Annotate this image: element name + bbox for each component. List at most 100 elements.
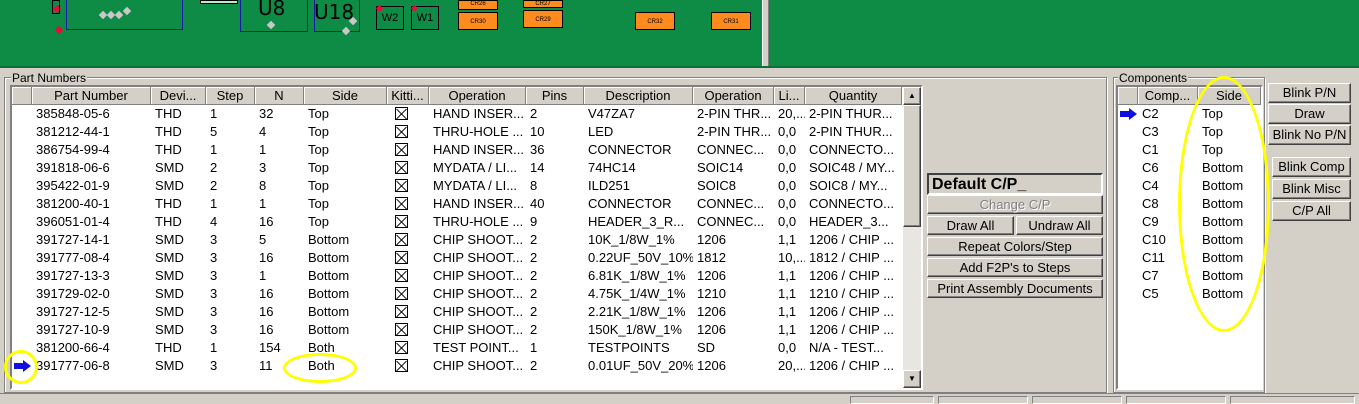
table-cell: SMD xyxy=(155,322,184,337)
column-header[interactable]: Part Number xyxy=(32,87,151,105)
pcb-board-view[interactable]: U8 U18 W2 W1 CR26 CR30 CR27 CR29 CR32 CR… xyxy=(0,0,1359,68)
kitting-checkbox[interactable] xyxy=(395,179,408,192)
part-row[interactable]: 395422-01-9 SMD 2 8 Top MYDATA / LI... 8 ILD251… xyxy=(12,177,902,195)
part-numbers-table[interactable]: Part Number Devi... Step N Side Kitti... Opera… xyxy=(10,85,923,390)
scroll-thumb[interactable] xyxy=(903,105,921,227)
draw-button[interactable]: Draw xyxy=(1268,104,1351,124)
scroll-up-arrow-icon[interactable]: ▲ xyxy=(903,87,921,105)
table-cell: 1 xyxy=(259,142,267,157)
part-row[interactable]: 385848-05-6 THD 1 32 Top HAND INSER... 2 V47ZA7… xyxy=(12,105,902,123)
cp-all-button[interactable]: C/P All xyxy=(1272,201,1351,221)
table-cell: 386754-99-4 xyxy=(36,142,110,157)
part-row[interactable]: 391777-06-8 SMD 3 11 Both CHIP SHOOT... 2 0.01U… xyxy=(12,357,902,375)
kitting-checkbox[interactable] xyxy=(395,197,408,210)
blink-misc-button[interactable]: Blink Misc xyxy=(1272,179,1351,199)
cp-name-field[interactable]: Default C/P_ xyxy=(927,173,1103,195)
kitting-checkbox[interactable] xyxy=(395,269,408,282)
change-cp-button[interactable]: Change C/P xyxy=(927,195,1103,214)
part-row[interactable]: 381200-40-1 THD 1 1 Top HAND INSER... 40 CONNEC… xyxy=(12,195,902,213)
part-row[interactable]: 386754-99-4 THD 1 1 Top HAND INSER... 36 CONNEC… xyxy=(12,141,902,159)
print-assembly-documents-button[interactable]: Print Assembly Documents xyxy=(927,279,1103,298)
table-cell: 2 xyxy=(530,106,538,121)
table-cell: 1812 xyxy=(697,250,726,265)
kitting-checkbox[interactable] xyxy=(395,323,408,336)
draw-all-button[interactable]: Draw All xyxy=(927,216,1014,235)
column-header[interactable]: Step xyxy=(206,87,255,105)
part-row[interactable]: 391727-10-9 SMD 3 16 Bottom CHIP SHOOT... 2 150… xyxy=(12,321,902,339)
kitting-checkbox[interactable] xyxy=(395,359,408,372)
table-cell: N/A - TEST... xyxy=(809,340,884,355)
kitting-checkbox[interactable] xyxy=(395,107,408,120)
column-header[interactable]: Quantity xyxy=(805,87,902,105)
table-cell: 2 xyxy=(530,358,538,373)
column-header[interactable]: Description xyxy=(584,87,693,105)
chip-cr27: CR27 xyxy=(523,0,563,8)
table-cell: CONNECTO... xyxy=(809,196,894,211)
add-f2p-to-steps-button[interactable]: Add F2P's to Steps xyxy=(927,258,1103,277)
column-header[interactable]: Devi... xyxy=(151,87,206,105)
kitting-checkbox[interactable] xyxy=(395,143,408,156)
table-cell: 3 xyxy=(210,250,218,265)
table-cell: 0,0 xyxy=(778,124,797,139)
part-row[interactable]: 391727-12-5 SMD 3 16 Bottom CHIP SHOOT... 2 2.2… xyxy=(12,303,902,321)
scroll-down-arrow-icon[interactable]: ▼ xyxy=(903,370,921,388)
table-cell: 2-PIN THUR... xyxy=(809,106,893,121)
table-cell: CHIP SHOOT... xyxy=(433,232,524,247)
table-cell: CHIP SHOOT... xyxy=(433,358,524,373)
row-indicator xyxy=(1118,231,1138,249)
table-cell: SOIC8 xyxy=(697,178,737,193)
row-indicator xyxy=(12,249,32,267)
part-row[interactable]: 381200-66-4 THD 1 154 Both TEST POINT... 1 TEST… xyxy=(12,339,902,357)
row-indicator xyxy=(1118,123,1138,141)
table-cell: 1206 / CHIP ... xyxy=(809,268,895,283)
kitting-checkbox[interactable] xyxy=(395,305,408,318)
table-cell: 3 xyxy=(210,232,218,247)
chip-cr29: CR29 xyxy=(523,10,563,28)
column-header[interactable]: N xyxy=(255,87,304,105)
part-row[interactable]: 381212-44-1 THD 5 4 Top THRU-HOLE ... 10 LED 2-P… xyxy=(12,123,902,141)
column-header[interactable]: Comp... xyxy=(1138,87,1198,105)
blink-pn-button[interactable]: Blink P/N xyxy=(1268,83,1351,103)
part-row[interactable]: 391729-02-0 SMD 3 16 Bottom CHIP SHOOT... 2 4.7… xyxy=(12,285,902,303)
part-row[interactable]: 391818-06-6 SMD 2 3 Top MYDATA / LI... 14 74HC1… xyxy=(12,159,902,177)
blink-no-pn-button[interactable]: Blink No P/N xyxy=(1268,125,1351,145)
column-header[interactable]: Operation xyxy=(429,87,526,105)
vertical-scrollbar[interactable]: ▲ ▼ xyxy=(903,87,921,388)
kitting-checkbox[interactable] xyxy=(395,161,408,174)
blink-comp-button[interactable]: Blink Comp xyxy=(1272,157,1351,177)
kitting-checkbox[interactable] xyxy=(395,215,408,228)
part-row[interactable]: 391727-14-1 SMD 3 5 Bottom CHIP SHOOT... 2 10K_… xyxy=(12,231,902,249)
column-header[interactable]: Pins xyxy=(526,87,584,105)
column-header[interactable]: Operation xyxy=(693,87,774,105)
row-indicator xyxy=(12,195,32,213)
table-cell: 391777-06-8 xyxy=(36,358,110,373)
table-cell: 0,0 xyxy=(778,196,797,211)
table-cell: 10K_1/8W_1% xyxy=(588,232,675,247)
highlight-selected-row-arrow xyxy=(4,350,38,384)
repeat-colors-step-button[interactable]: Repeat Colors/Step xyxy=(927,237,1103,256)
kitting-checkbox[interactable] xyxy=(395,251,408,264)
kitting-checkbox[interactable] xyxy=(395,341,408,354)
row-indicator-header xyxy=(12,87,32,105)
table-cell: 1206 / CHIP ... xyxy=(809,358,895,373)
column-header[interactable]: Kitti... xyxy=(387,87,429,105)
table-cell: LED xyxy=(588,124,614,139)
splitter[interactable] xyxy=(762,0,769,66)
table-cell: 391818-06-6 xyxy=(36,160,110,175)
table-cell: 2.21K_1/8W_1% xyxy=(588,304,686,319)
part-row[interactable]: 396051-01-4 THD 4 16 Top THRU-HOLE ... 9 HEADER… xyxy=(12,213,902,231)
table-cell: THD xyxy=(155,214,182,229)
part-row[interactable]: 391777-08-4 SMD 3 16 Bottom CHIP SHOOT... 2 0.2… xyxy=(12,249,902,267)
column-header[interactable]: Side xyxy=(304,87,387,105)
column-header[interactable]: Li... xyxy=(774,87,805,105)
kitting-checkbox[interactable] xyxy=(395,233,408,246)
undraw-all-button[interactable]: Undraw All xyxy=(1016,216,1103,235)
table-cell: SOIC8 / MY... xyxy=(809,178,888,193)
table-cell: 40 xyxy=(530,196,545,211)
kitting-checkbox[interactable] xyxy=(395,287,408,300)
kitting-checkbox[interactable] xyxy=(395,125,408,138)
part-row[interactable]: 391727-13-3 SMD 3 1 Bottom CHIP SHOOT... 2 6.81… xyxy=(12,267,902,285)
highlight-side-column xyxy=(1178,76,1270,332)
table-cell: 395422-01-9 xyxy=(36,178,110,193)
table-cell: THRU-HOLE ... xyxy=(433,214,524,229)
